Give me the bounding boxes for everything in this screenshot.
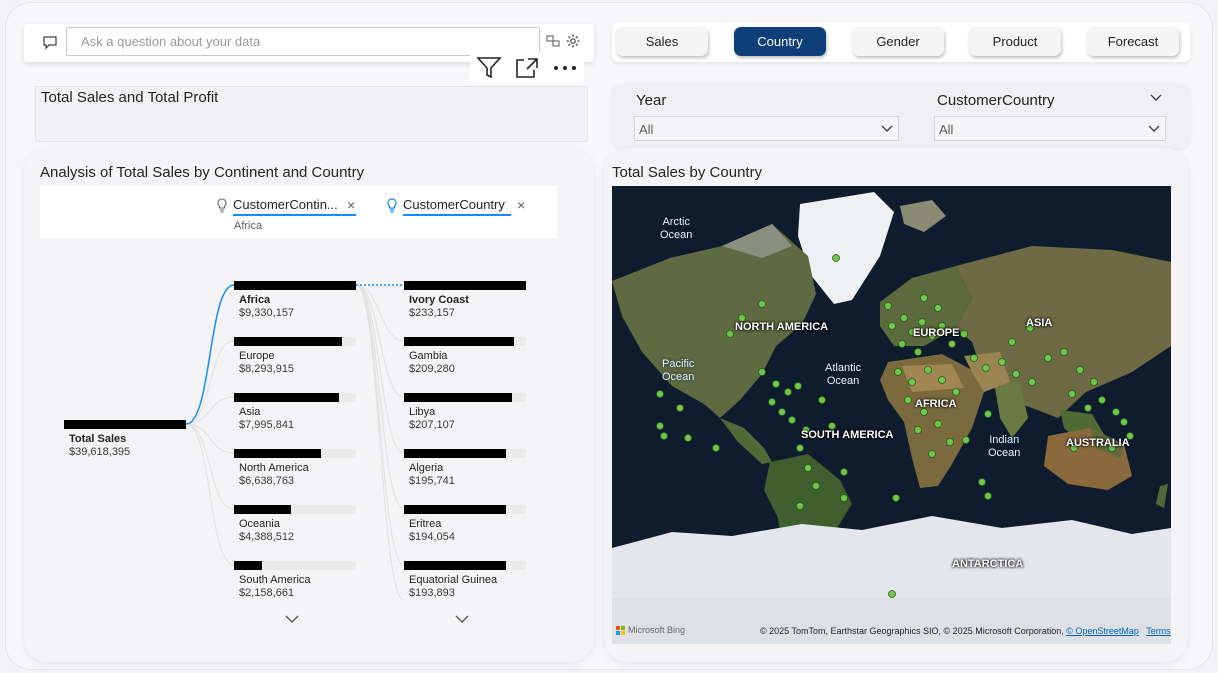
map-title: Total Sales by Country (612, 164, 763, 181)
continent-bar (234, 561, 262, 570)
country-bar (404, 393, 512, 402)
country-value: $207,107 (409, 419, 455, 431)
chevron-down-icon[interactable] (285, 615, 299, 624)
continent-label-antarctica: ANTARCTICA (952, 558, 1024, 570)
continent-name: Europe (239, 350, 275, 362)
root-name: Total Sales (69, 433, 127, 445)
map-brand: Microsoft Bing (616, 625, 685, 635)
continent-name: Asia (239, 406, 261, 418)
continent-bar (234, 393, 339, 402)
country-value: $194,054 (409, 531, 455, 543)
continent-bar (234, 337, 342, 346)
continent-label-australia: AUSTRALIA (1066, 437, 1130, 449)
continent-value: $8,293,915 (239, 363, 295, 375)
continent-value: $6,638,763 (239, 475, 295, 487)
continent-label-asia: ASIA (1026, 317, 1053, 329)
continent-name: South America (239, 574, 311, 586)
continent-value: $7,995,841 (239, 419, 295, 431)
ocean-label-atlantic: Atlantic Ocean (825, 362, 862, 387)
continent-name: Africa (239, 294, 271, 306)
continent-value: $4,388,512 (239, 531, 295, 543)
world-map[interactable]: Arctic Ocean Pacific Ocean Atlantic Ocean I… (612, 186, 1171, 644)
country-bar (404, 505, 506, 514)
country-name: Ivory Coast (409, 294, 469, 306)
microsoft-logo-icon (616, 625, 625, 635)
ocean-label-arctic: Arctic Ocean (660, 216, 693, 241)
country-name: Algeria (409, 462, 444, 474)
country-name: Equatorial Guinea (409, 574, 498, 586)
country-value: $209,280 (409, 363, 455, 375)
country-bar (404, 337, 514, 346)
continent-name: Oceania (239, 518, 280, 530)
continent-name: North America (239, 462, 309, 474)
continent-label-africa: AFRICA (915, 398, 957, 410)
continent-bar (234, 281, 356, 290)
country-value: $233,157 (409, 307, 455, 319)
continent-label-north-america: NORTH AMERICA (735, 321, 829, 333)
country-bar (404, 561, 506, 570)
continent-value: $9,330,157 (239, 307, 295, 319)
osm-link[interactable]: © OpenStreetMap (1066, 626, 1139, 636)
country-name: Gambia (409, 350, 448, 362)
root-bar (64, 420, 186, 429)
continent-label-south-america: SOUTH AMERICA (801, 429, 894, 441)
chevron-down-icon[interactable] (455, 615, 469, 624)
root-value: $39,618,395 (69, 446, 131, 458)
continent-value: $2,158,661 (239, 587, 295, 599)
country-name: Eritrea (409, 518, 442, 530)
country-bar (404, 281, 526, 290)
country-name: Libya (409, 406, 436, 418)
map-background (612, 186, 1171, 644)
attribution-text: © 2025 TomTom, Earthstar Geographics SIO… (760, 626, 1064, 636)
map-attribution: © 2025 TomTom, Earthstar Geographics SIO… (760, 626, 1171, 636)
terms-link[interactable]: Terms (1146, 626, 1171, 636)
continent-bar (234, 505, 291, 514)
ocean-label-pacific: Pacific Ocean (662, 358, 695, 383)
country-value: $195,741 (409, 475, 455, 487)
selected-path-line (185, 284, 235, 425)
ocean-label-indian: Indian Ocean (988, 434, 1021, 459)
map-brand-text: Microsoft Bing (628, 625, 686, 635)
continent-label-europe: EUROPE (913, 327, 960, 339)
country-bar (404, 449, 506, 458)
continent-bar (234, 449, 321, 458)
country-value: $193,893 (409, 587, 455, 599)
